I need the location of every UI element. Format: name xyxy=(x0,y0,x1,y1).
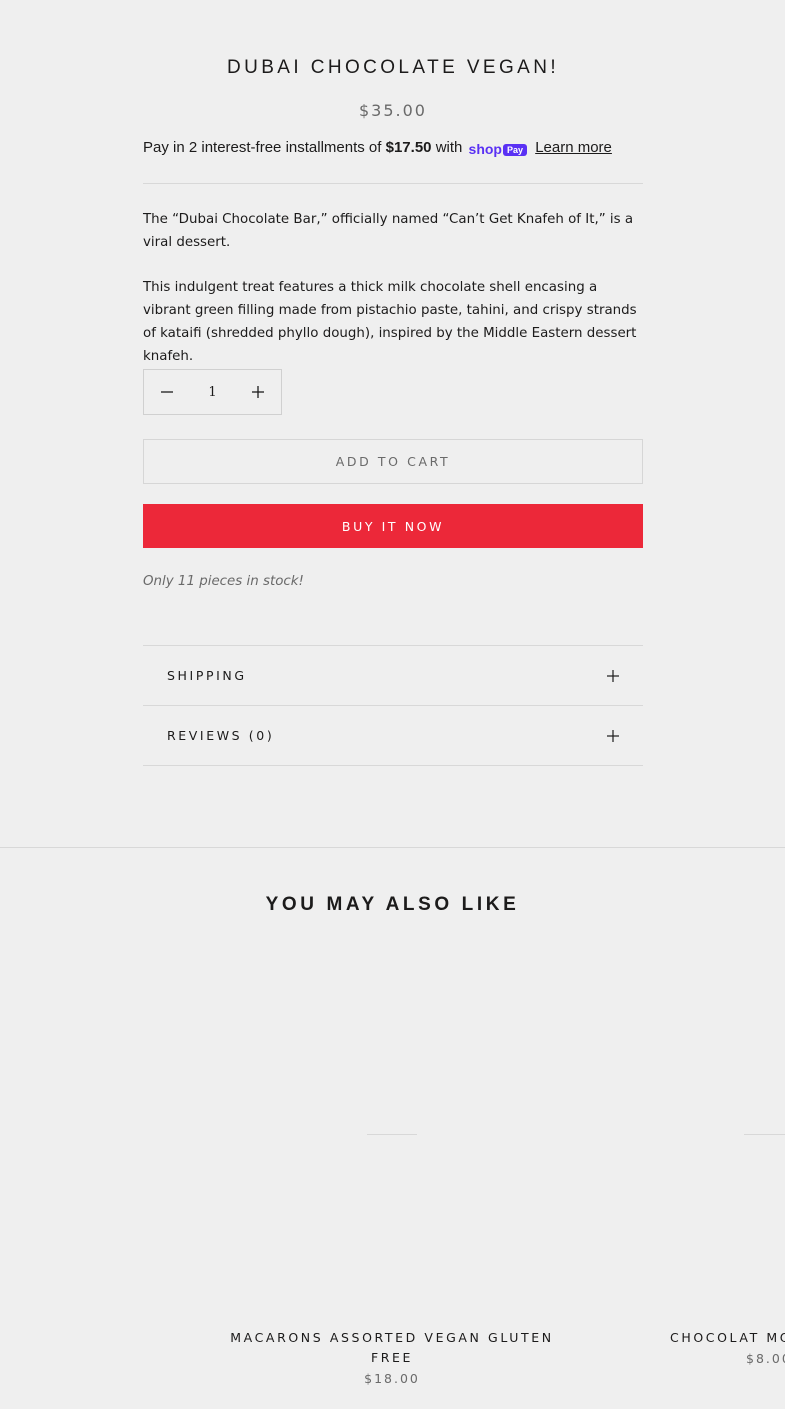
quantity-selector: 1 xyxy=(143,369,282,415)
section-divider xyxy=(0,847,785,848)
stock-notice: Only 11 pieces in stock! xyxy=(143,574,304,589)
plus-icon xyxy=(252,386,264,398)
product-price: $35.00 xyxy=(359,101,427,120)
product-title: DUBAI CHOCOLATE VEGAN! xyxy=(226,57,560,78)
minus-icon xyxy=(161,391,173,393)
installment-amount: $17.50 xyxy=(385,139,432,156)
product-card-price: $8.00 xyxy=(746,1351,785,1366)
accordion-label-shipping: SHIPPING xyxy=(167,668,247,683)
recommendations-heading: YOU MAY ALSO LIKE xyxy=(265,894,520,915)
plus-icon xyxy=(607,730,619,742)
quantity-input[interactable]: 1 xyxy=(190,385,235,400)
image-placeholder xyxy=(367,1134,417,1135)
installments-text: Pay in 2 interest-free installments of xyxy=(143,139,382,156)
increase-quantity-button[interactable] xyxy=(235,370,281,414)
description-paragraph: This indulgent treat features a thick mi… xyxy=(143,280,637,364)
description-paragraph: The “Dubai Chocolate Bar,” officially na… xyxy=(143,212,634,250)
shop-pay-logo-badge: Pay xyxy=(503,144,528,156)
shipping-accordion[interactable]: SHIPPING xyxy=(143,645,643,706)
product-card-price: $18.00 xyxy=(364,1371,420,1386)
buy-now-button[interactable]: BUY IT NOW xyxy=(143,504,643,548)
learn-more-link[interactable]: Learn more xyxy=(535,139,612,156)
product-card-title[interactable]: MACARONS ASSORTED VEGAN GLUTEN FREE xyxy=(222,1328,562,1368)
product-card-title[interactable]: CHOCOLAT MO xyxy=(670,1328,785,1348)
product-card[interactable]: CHOCOLAT MO $8.00 xyxy=(664,960,785,1380)
reviews-accordion[interactable]: REVIEWS (0) xyxy=(143,705,643,766)
installments-with: with xyxy=(435,139,463,156)
accordion-label-reviews: REVIEWS (0) xyxy=(167,728,275,743)
decrease-quantity-button[interactable] xyxy=(144,370,190,414)
product-description: The “Dubai Chocolate Bar,” officially na… xyxy=(143,208,643,368)
shop-pay-logo-text: shop xyxy=(468,141,502,157)
plus-icon xyxy=(607,670,619,682)
shop-pay-logo: shop Pay xyxy=(468,141,528,157)
divider xyxy=(143,183,643,184)
shop-pay-installments: Pay in 2 interest-free installments of $… xyxy=(143,139,643,157)
image-placeholder xyxy=(744,1134,785,1135)
add-to-cart-button[interactable]: ADD TO CART xyxy=(143,439,643,484)
